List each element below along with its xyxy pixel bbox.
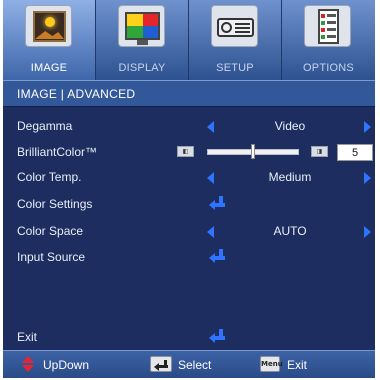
menu-row-color-space[interactable]: Color Space AUTO — [3, 219, 375, 245]
tab-image[interactable]: IMAGE — [3, 0, 96, 80]
color-space-value: AUTO — [273, 224, 307, 238]
arrow-right-icon[interactable] — [364, 172, 371, 184]
degamma-label: Degamma — [17, 119, 73, 133]
color-settings-label: Color Settings — [17, 197, 93, 211]
menu-row-degamma[interactable]: Degamma Video — [3, 114, 375, 140]
menu-row-input-source[interactable]: Input Source — [3, 245, 375, 271]
tab-setup-label: SETUP — [216, 62, 254, 74]
checklist-icon — [304, 5, 351, 47]
enter-icon[interactable] — [209, 249, 225, 263]
footer-help-bar: UpDown Select Menu Exit — [3, 350, 375, 378]
display-icon — [118, 5, 165, 47]
arrow-right-icon[interactable] — [364, 226, 371, 238]
menu-row-color-settings[interactable]: Color Settings — [3, 192, 375, 218]
tab-options-label: OPTIONS — [303, 62, 354, 74]
menu-title: IMAGE | ADVANCED — [3, 80, 375, 107]
footer-exit-label: Exit — [287, 358, 308, 372]
tab-options[interactable]: OPTIONS — [282, 0, 375, 80]
slider-min-icon: ◧ — [177, 146, 194, 157]
image-icon — [25, 5, 72, 47]
arrow-right-icon[interactable] — [364, 121, 371, 133]
projector-icon — [211, 5, 258, 47]
degamma-value: Video — [274, 119, 306, 133]
updown-icon — [21, 356, 35, 372]
brilliantcolor-value: 5 — [337, 144, 373, 161]
color-temp-value: Medium — [268, 170, 312, 184]
menu-row-exit[interactable]: Exit — [3, 325, 375, 351]
arrow-left-icon[interactable] — [207, 172, 214, 184]
arrow-left-icon[interactable] — [207, 121, 214, 133]
tab-display-label: DISPLAY — [118, 62, 166, 74]
enter-key-icon — [150, 356, 172, 372]
brilliantcolor-label: BrilliantColor™ — [17, 145, 98, 159]
tab-setup[interactable]: SETUP — [189, 0, 282, 80]
osd-menu: IMAGE DISPLAY SETUP OPTIONS IMAGE | ADVA… — [3, 0, 375, 378]
menu-row-color-temp[interactable]: Color Temp. Medium — [3, 165, 375, 191]
menu-key-icon: Menu — [260, 356, 283, 372]
footer-updown-label: UpDown — [43, 358, 90, 372]
tab-bar: IMAGE DISPLAY SETUP OPTIONS — [3, 0, 375, 80]
menu-row-brilliantcolor[interactable]: BrilliantColor™ ◧ ◨ 5 — [3, 140, 375, 166]
exit-label: Exit — [17, 330, 38, 344]
footer-select-label: Select — [178, 358, 212, 372]
enter-icon[interactable] — [209, 329, 225, 343]
arrow-left-icon[interactable] — [207, 226, 214, 238]
color-space-label: Color Space — [17, 224, 84, 238]
slider-max-icon: ◨ — [311, 146, 328, 157]
tab-image-label: IMAGE — [30, 62, 68, 74]
slider-thumb[interactable] — [251, 144, 255, 159]
color-temp-label: Color Temp. — [17, 170, 82, 184]
input-source-label: Input Source — [17, 250, 86, 264]
tab-display[interactable]: DISPLAY — [96, 0, 189, 80]
enter-icon[interactable] — [209, 196, 225, 210]
